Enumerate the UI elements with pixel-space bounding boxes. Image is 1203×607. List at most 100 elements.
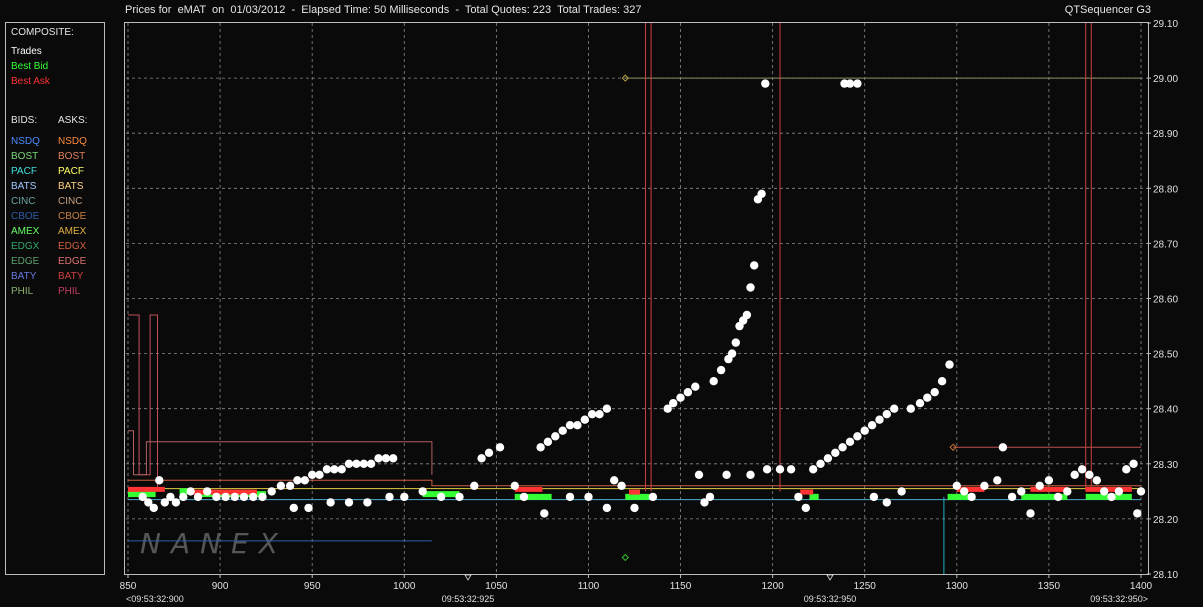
x-tick-label: 950 bbox=[304, 581, 321, 592]
trade-point bbox=[573, 421, 582, 430]
trade-point bbox=[750, 261, 759, 270]
trade-point bbox=[484, 448, 494, 457]
trade-point bbox=[337, 465, 346, 474]
trade-point bbox=[897, 487, 906, 496]
trade-point bbox=[998, 443, 1008, 452]
trade-point bbox=[906, 404, 915, 413]
trade-point bbox=[352, 459, 361, 468]
y-tick-label: 28.70 bbox=[1153, 239, 1178, 250]
trade-point bbox=[762, 465, 772, 474]
trade-point bbox=[344, 498, 354, 507]
trade-point bbox=[155, 476, 164, 485]
trade-point bbox=[565, 492, 575, 502]
trade-point bbox=[519, 492, 529, 502]
time-label: 09:53:32:950 bbox=[804, 594, 857, 604]
exchange-quote-line bbox=[128, 430, 433, 476]
trade-point bbox=[705, 492, 715, 502]
y-tick-label: 29.00 bbox=[1153, 74, 1178, 85]
trade-point bbox=[289, 503, 298, 513]
trade-point bbox=[1122, 465, 1131, 474]
trade-point bbox=[694, 470, 704, 479]
trade-point bbox=[617, 481, 626, 490]
trade-point bbox=[746, 283, 755, 292]
trade-point bbox=[239, 492, 249, 502]
trade-point bbox=[221, 492, 230, 502]
trade-point bbox=[853, 432, 862, 441]
y-tick-label: 28.90 bbox=[1153, 129, 1178, 140]
trade-point bbox=[330, 465, 339, 474]
trade-point bbox=[322, 465, 332, 474]
trade-point bbox=[610, 476, 619, 485]
trade-point bbox=[746, 470, 755, 479]
trade-point bbox=[727, 349, 737, 358]
trade-point bbox=[543, 437, 553, 446]
trade-point bbox=[853, 79, 862, 88]
trade-point bbox=[400, 492, 409, 502]
trade-point bbox=[915, 399, 925, 408]
trade-point bbox=[536, 443, 545, 452]
y-tick-label: 28.20 bbox=[1153, 515, 1178, 526]
trade-point bbox=[171, 498, 181, 507]
trade-point bbox=[823, 454, 833, 463]
trade-point bbox=[551, 432, 560, 441]
trade-point bbox=[436, 492, 446, 502]
trade-point bbox=[363, 498, 372, 507]
trade-point bbox=[691, 382, 700, 391]
time-label: <09:53:32:900 bbox=[126, 594, 184, 604]
y-tick-label: 28.30 bbox=[1153, 460, 1178, 471]
trade-point bbox=[794, 492, 803, 502]
y-tick-label: 28.60 bbox=[1153, 295, 1178, 306]
trade-point bbox=[344, 459, 354, 468]
x-tick-label: 1150 bbox=[670, 581, 692, 592]
trade-point bbox=[831, 448, 840, 457]
trade-point bbox=[540, 509, 549, 518]
time-marker bbox=[826, 574, 834, 581]
trade-point bbox=[683, 388, 693, 397]
trade-point bbox=[669, 399, 678, 408]
trade-point bbox=[602, 404, 612, 413]
x-tick-label: 1350 bbox=[1038, 581, 1061, 592]
trade-point bbox=[775, 465, 785, 474]
trade-point bbox=[882, 498, 891, 507]
x-tick-label: 850 bbox=[120, 581, 137, 592]
trade-point bbox=[300, 476, 309, 485]
trade-point bbox=[801, 503, 810, 513]
trade-point bbox=[945, 360, 954, 369]
trade-point bbox=[389, 454, 398, 463]
trade-point bbox=[495, 443, 505, 452]
y-tick-label: 28.50 bbox=[1153, 350, 1178, 361]
trade-point bbox=[285, 481, 295, 490]
trade-point bbox=[315, 470, 324, 479]
trade-point bbox=[1053, 492, 1063, 502]
trade-point bbox=[709, 377, 718, 386]
trade-point bbox=[838, 443, 847, 452]
trade-point bbox=[304, 503, 313, 513]
trade-point bbox=[510, 481, 519, 490]
trade-point bbox=[595, 410, 604, 419]
x-tick-label: 1000 bbox=[393, 581, 416, 592]
trade-point bbox=[193, 492, 203, 502]
trade-point bbox=[230, 492, 239, 502]
trade-point bbox=[1070, 470, 1079, 479]
trade-point bbox=[1092, 476, 1102, 485]
x-tick-label: 1250 bbox=[854, 581, 877, 592]
trade-point bbox=[860, 426, 869, 435]
time-label: 09:53:32:925 bbox=[442, 594, 495, 604]
trade-point bbox=[1085, 470, 1094, 479]
quote-marker bbox=[621, 553, 629, 562]
watermark-logo: NANEX bbox=[140, 527, 288, 560]
trade-point bbox=[761, 79, 770, 88]
trade-point bbox=[558, 426, 567, 435]
trade-point bbox=[869, 492, 879, 502]
trade-point bbox=[1017, 487, 1026, 496]
trade-point bbox=[418, 487, 427, 496]
trade-point bbox=[580, 415, 589, 424]
exchange-quote-line bbox=[128, 314, 158, 492]
trade-point bbox=[381, 454, 391, 463]
trade-point bbox=[258, 492, 267, 502]
trade-point bbox=[867, 421, 877, 430]
trade-point bbox=[1107, 492, 1116, 502]
time-marker bbox=[464, 574, 472, 581]
trade-point bbox=[952, 481, 961, 490]
y-tick-label: 28.40 bbox=[1153, 405, 1178, 416]
